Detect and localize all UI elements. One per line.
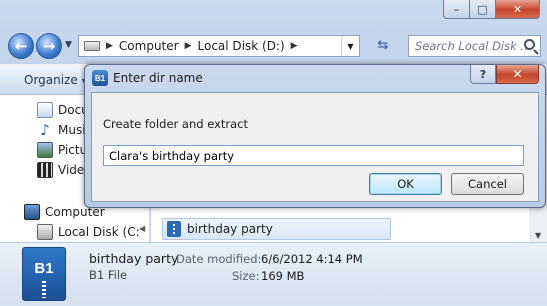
dialog-body: Create folder and extract OK Cancel bbox=[91, 92, 539, 202]
refresh-button[interactable]: ⇆ bbox=[372, 38, 394, 56]
folder-name-input[interactable] bbox=[103, 145, 524, 166]
details-pane: B1 birthday party B1 File Date modified:… bbox=[0, 242, 547, 306]
help-button[interactable]: ? bbox=[470, 65, 496, 84]
breadcrumb-computer[interactable]: Computer bbox=[119, 39, 179, 53]
videos-icon bbox=[37, 162, 53, 178]
window-caption-buttons: – □ ✕ bbox=[443, 0, 540, 19]
b1-file-icon bbox=[167, 221, 181, 237]
date-modified-label: Date modified: bbox=[176, 252, 262, 266]
nav-item-label: Pictu bbox=[58, 143, 88, 157]
close-button[interactable]: ✕ bbox=[496, 0, 540, 19]
pictures-icon bbox=[37, 142, 53, 158]
size-value: 169 MB bbox=[261, 269, 305, 283]
arrow-left-icon: ← bbox=[14, 37, 28, 55]
chevron-right-icon[interactable]: ▶ bbox=[291, 41, 298, 51]
file-row-selected[interactable]: birthday party bbox=[162, 218, 391, 240]
file-name: birthday party bbox=[187, 222, 273, 236]
b1-app-icon: B1 bbox=[92, 70, 108, 86]
organize-label: Organize bbox=[24, 73, 78, 87]
breadcrumb-local-disk-d[interactable]: Local Disk (D:) bbox=[198, 39, 285, 53]
dialog-prompt: Create folder and extract bbox=[103, 117, 248, 131]
nav-item-pictures[interactable]: Pictu bbox=[37, 140, 87, 160]
chevron-right-icon[interactable]: ▶ bbox=[106, 41, 113, 51]
dialog-titlebar[interactable]: B1 Enter dir name ? ✕ bbox=[85, 65, 545, 91]
dialog-title: Enter dir name bbox=[113, 71, 203, 85]
search-input[interactable]: Search Local Disk ... bbox=[408, 35, 541, 57]
maximize-button[interactable]: □ bbox=[470, 0, 496, 19]
drive-icon bbox=[84, 41, 100, 51]
search-placeholder: Search Local Disk ... bbox=[415, 39, 532, 53]
details-file-type: B1 File bbox=[89, 268, 128, 282]
chevron-left-icon[interactable]: ◀ bbox=[139, 224, 145, 233]
minimize-button[interactable]: – bbox=[443, 0, 470, 19]
computer-icon bbox=[24, 204, 40, 220]
chevron-down-icon: ▼ bbox=[65, 40, 72, 50]
address-history-dropdown[interactable]: ▼ bbox=[341, 36, 359, 56]
address-bar[interactable]: ▶ Computer ▶ Local Disk (D:) ▶ ▼ bbox=[78, 35, 360, 57]
b1-archive-icon: B1 bbox=[22, 247, 66, 301]
chevron-right-icon[interactable]: ▶ bbox=[185, 41, 192, 51]
navigation-bar: ← → ▼ ▶ Computer ▶ Local Disk (D:) ▶ ▼ ⇆… bbox=[6, 32, 541, 60]
music-icon: ♪ bbox=[40, 121, 50, 139]
arrow-right-icon: → bbox=[42, 37, 56, 55]
ok-button[interactable]: OK bbox=[369, 173, 442, 195]
enter-dir-name-dialog: B1 Enter dir name ? ✕ Create folder and … bbox=[84, 64, 546, 208]
b1-icon-text: B1 bbox=[34, 260, 54, 277]
organize-menu-button[interactable]: Organize▼ bbox=[24, 73, 88, 87]
nav-item-music[interactable]: ♪ Musi bbox=[37, 120, 86, 140]
date-modified-value: 6/6/2012 4:14 PM bbox=[261, 252, 363, 266]
drive-icon bbox=[37, 224, 53, 240]
forward-button[interactable]: → bbox=[36, 33, 62, 59]
refresh-icon: ⇆ bbox=[377, 38, 389, 53]
scroll-down-icon[interactable]: ▼ bbox=[535, 231, 541, 240]
back-button[interactable]: ← bbox=[8, 33, 34, 59]
nav-item-local-disk-c[interactable]: Local Disk (C: bbox=[37, 222, 140, 242]
nav-item-documents[interactable]: Docu bbox=[37, 100, 89, 120]
chevron-down-icon: ▼ bbox=[347, 41, 354, 51]
details-file-name: birthday party bbox=[89, 251, 179, 266]
recent-pages-dropdown[interactable]: ▼ bbox=[65, 40, 72, 50]
nav-item-label: Musi bbox=[58, 123, 86, 137]
nav-item-label: Local Disk (C: bbox=[58, 225, 140, 239]
dialog-close-button[interactable]: ✕ bbox=[496, 65, 539, 84]
size-label: Size: bbox=[232, 269, 260, 283]
cancel-button[interactable]: Cancel bbox=[451, 173, 524, 195]
documents-icon bbox=[37, 102, 53, 118]
search-icon bbox=[524, 39, 535, 50]
